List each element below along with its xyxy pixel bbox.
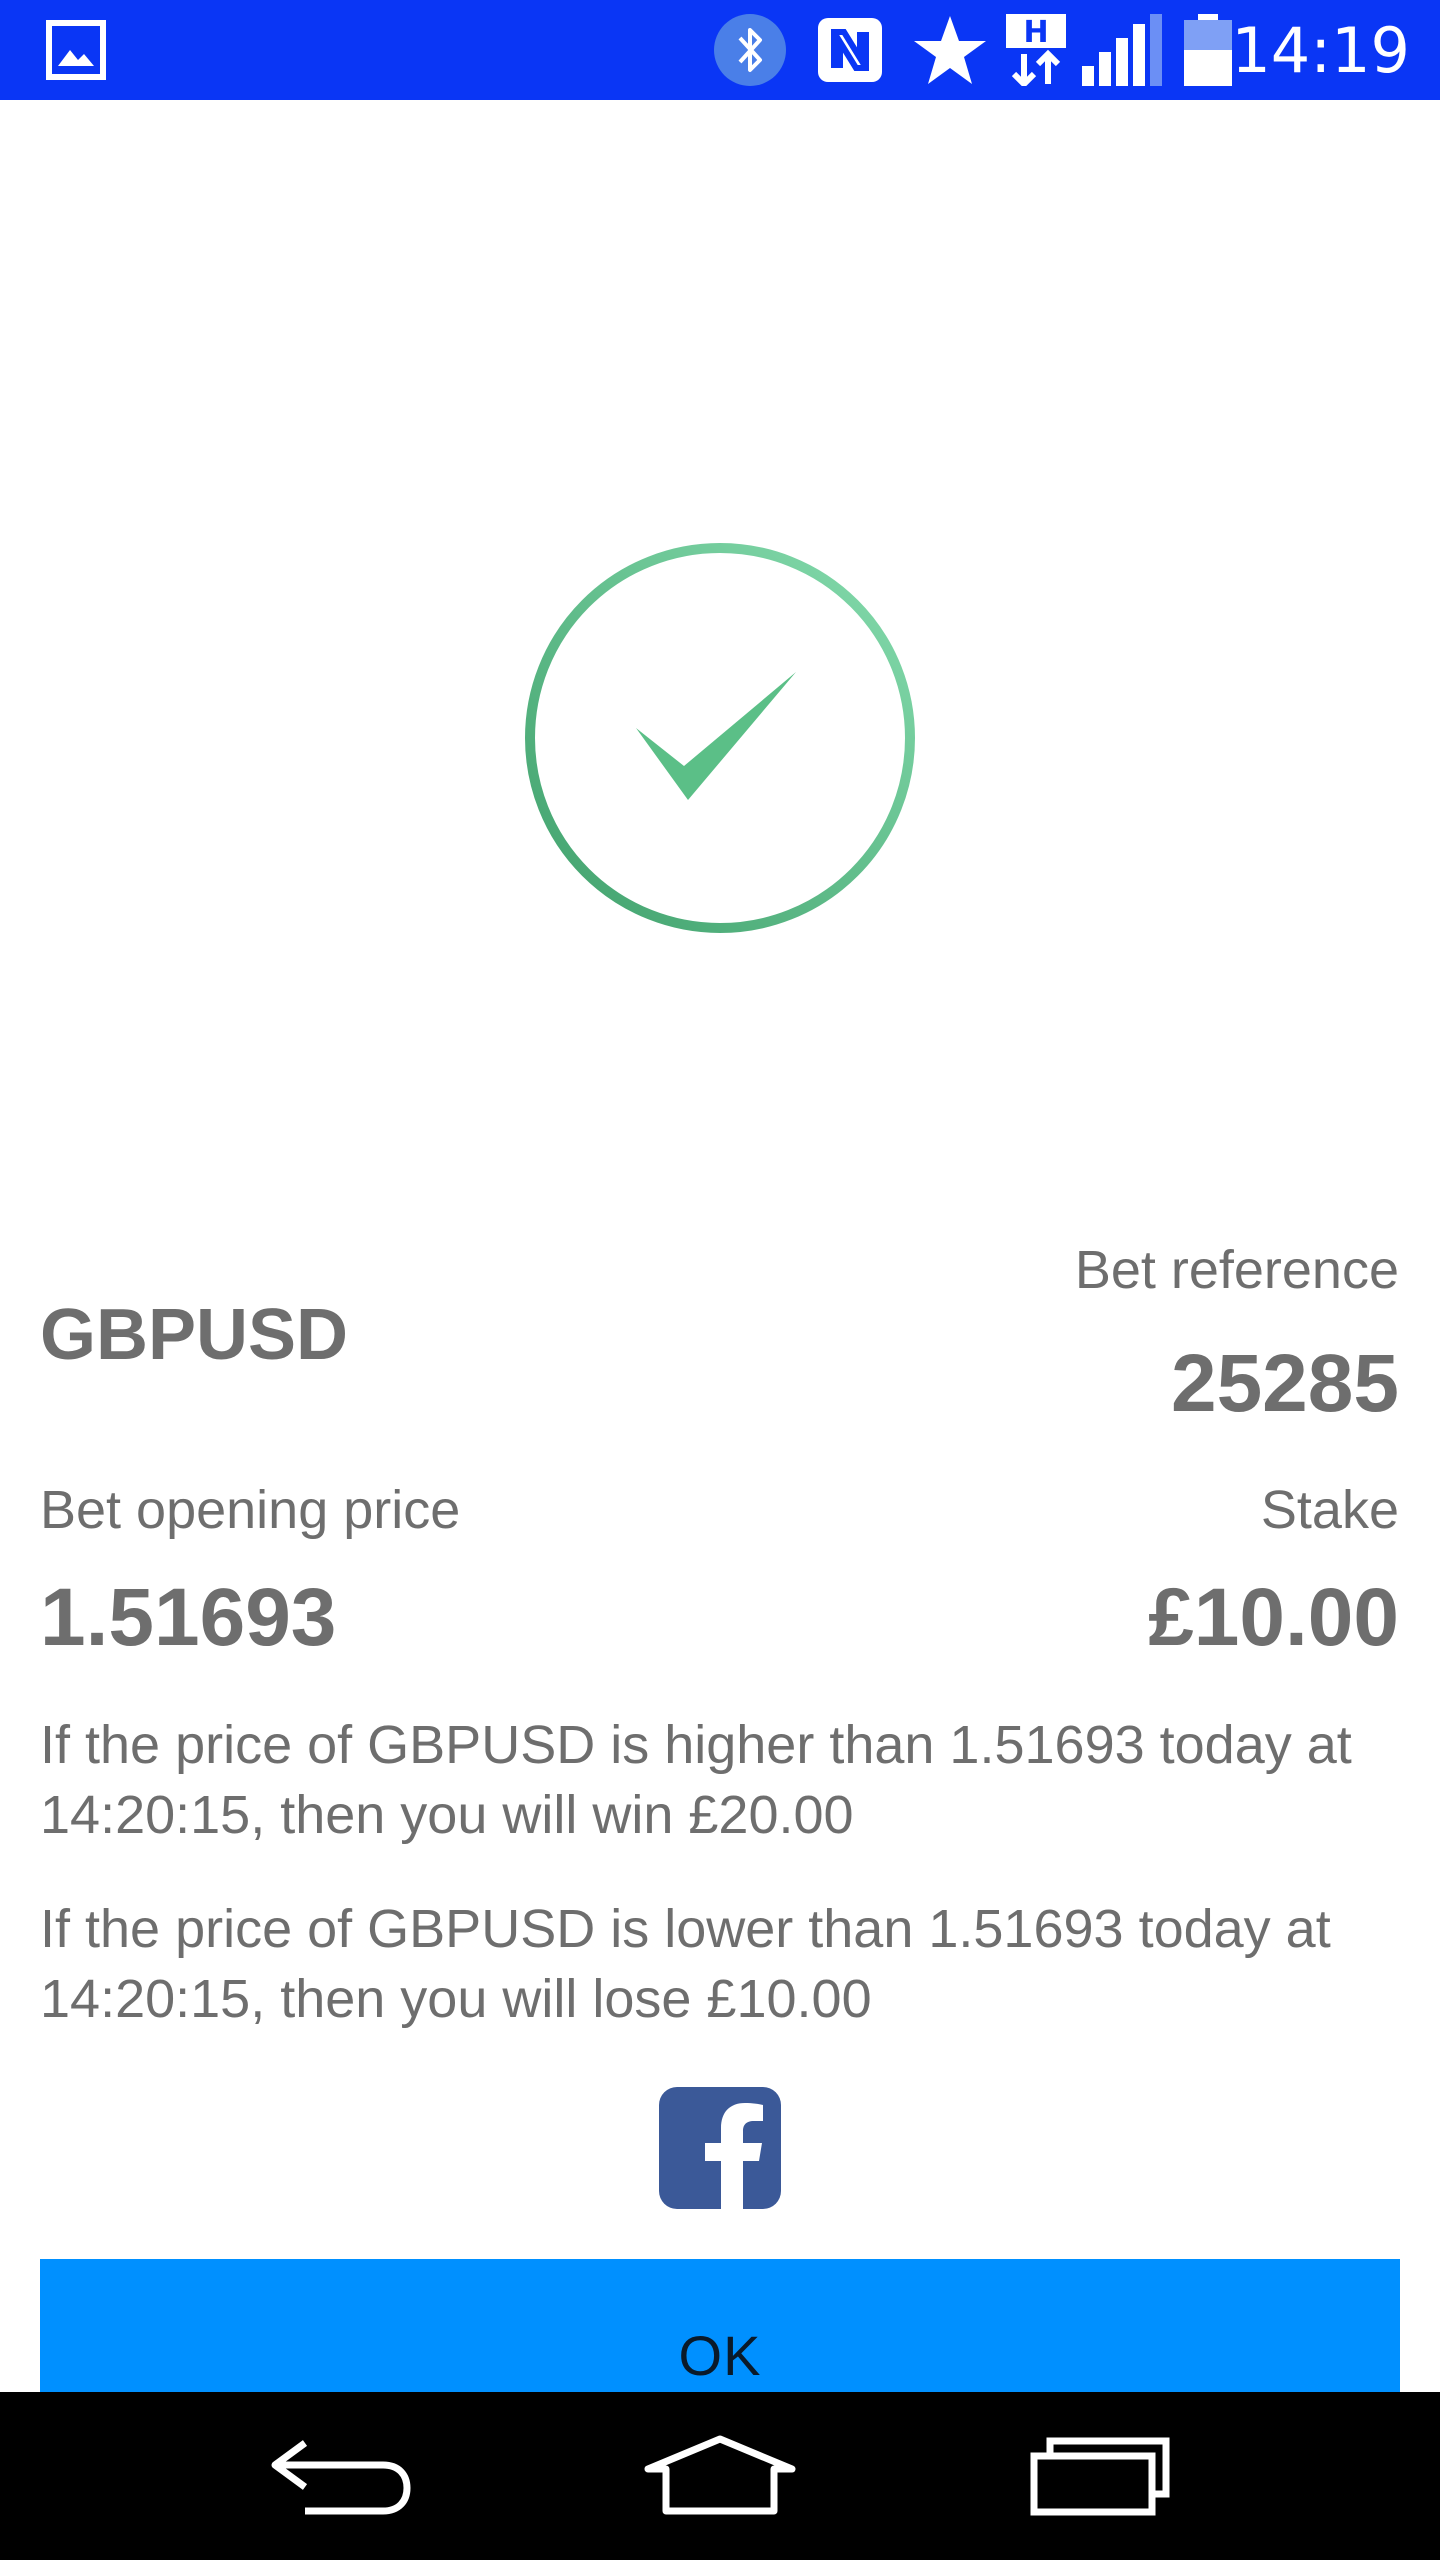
home-icon [644, 2435, 796, 2515]
bet-confirmation-screen: GBPUSD Bet reference 25285 Bet opening p… [0, 100, 1440, 2452]
battery-icon [1184, 14, 1232, 86]
hsdpa-data-icon: H [1006, 14, 1066, 86]
lose-condition-text: If the price of GBPUSD is lower than 1.5… [40, 1899, 1331, 2029]
stake-value: £10.00 [1148, 1572, 1399, 1663]
nfc-icon [818, 18, 882, 82]
bet-reference-value: 25285 [1170, 1338, 1399, 1429]
signal-icon [1082, 14, 1162, 86]
facebook-icon[interactable] [659, 2087, 781, 2209]
status-time: 14:19 [1231, 14, 1410, 87]
bluetooth-icon [714, 14, 786, 86]
stake-label: Stake [1260, 1480, 1399, 1540]
bet-reference-label: Bet reference [1074, 1240, 1399, 1300]
back-icon [271, 2440, 411, 2515]
recents-icon [1030, 2437, 1170, 2516]
win-condition-text: If the price of GBPUSD is higher than 1.… [40, 1715, 1352, 1845]
ticker-symbol: GBPUSD [40, 1295, 349, 1375]
ok-button-label: OK [678, 2324, 762, 2387]
check-circle-icon [525, 543, 915, 933]
status-bar: H 14:19 [0, 0, 1440, 100]
back-button[interactable] [260, 2426, 420, 2526]
recents-button[interactable] [1020, 2426, 1180, 2526]
gallery-icon [46, 20, 106, 80]
star-icon [914, 16, 986, 84]
opening-price-label: Bet opening price [40, 1480, 461, 1540]
opening-price-value: 1.51693 [40, 1572, 337, 1663]
home-button[interactable] [640, 2426, 800, 2526]
svg-text:H: H [1023, 15, 1048, 50]
navigation-bar [0, 2392, 1440, 2560]
